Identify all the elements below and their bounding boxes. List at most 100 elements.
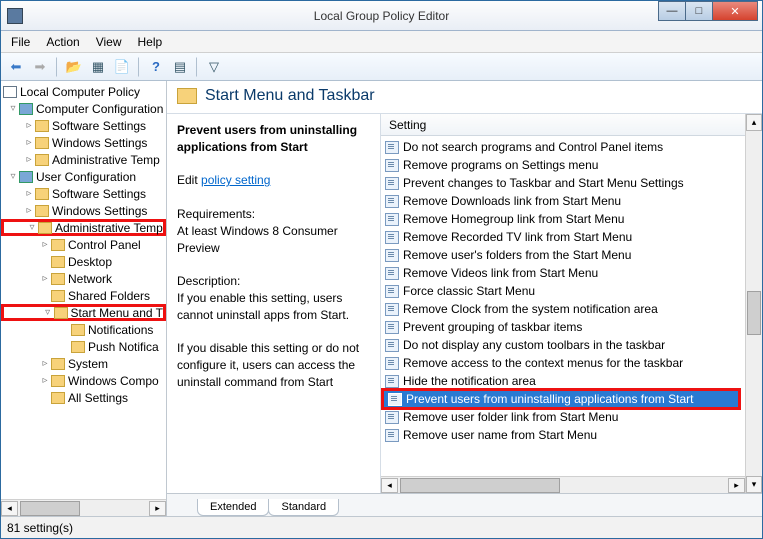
scroll-up-button[interactable]: ▴ bbox=[746, 114, 762, 131]
list-item[interactable]: Prevent changes to Taskbar and Start Men… bbox=[381, 174, 745, 192]
tree-pane: Local Computer Policy ▿Computer Configur… bbox=[1, 81, 167, 516]
list-item[interactable]: Remove user name from Start Menu bbox=[381, 426, 745, 444]
edit-policy-link[interactable]: policy setting bbox=[201, 173, 270, 187]
tree-item[interactable]: Software Settings bbox=[52, 119, 146, 133]
tree-item[interactable]: Windows Settings bbox=[52, 204, 147, 218]
tree-user-config[interactable]: User Configuration bbox=[36, 170, 136, 184]
scrollbar-thumb[interactable] bbox=[747, 291, 761, 335]
tree-item[interactable]: Windows Settings bbox=[52, 136, 147, 150]
scrollbar-thumb[interactable] bbox=[20, 501, 80, 516]
list-item[interactable]: Remove Homegroup link from Start Menu bbox=[381, 210, 745, 228]
setting-icon bbox=[385, 231, 399, 244]
up-button[interactable]: 📂 bbox=[63, 56, 85, 78]
requirements-heading: Requirements: bbox=[177, 207, 255, 221]
tree-item[interactable]: Control Panel bbox=[68, 238, 141, 252]
menu-view[interactable]: View bbox=[96, 35, 122, 49]
tree-item[interactable]: Administrative Temp bbox=[52, 153, 160, 167]
column-header-setting[interactable]: Setting bbox=[381, 114, 745, 136]
setting-icon bbox=[385, 411, 399, 424]
list-item[interactable]: Remove programs on Settings menu bbox=[381, 156, 745, 174]
tab-standard[interactable]: Standard bbox=[268, 499, 339, 516]
highlight-start-menu: ▿Start Menu and T bbox=[1, 304, 166, 321]
selected-policy-title: Prevent users from uninstalling applicat… bbox=[177, 123, 357, 154]
list-item[interactable]: Remove Recorded TV link from Start Menu bbox=[381, 228, 745, 246]
list-item[interactable]: Remove user folder link from Start Menu bbox=[381, 408, 745, 426]
maximize-button[interactable]: □ bbox=[685, 1, 713, 21]
setting-icon bbox=[385, 321, 399, 334]
list-item[interactable]: Remove Downloads link from Start Menu bbox=[381, 192, 745, 210]
setting-icon bbox=[385, 285, 399, 298]
properties-button[interactable]: ▤ bbox=[169, 56, 191, 78]
list-item-label: Do not search programs and Control Panel… bbox=[403, 140, 663, 154]
setting-icon bbox=[385, 195, 399, 208]
settings-list-pane: Setting Do not search programs and Contr… bbox=[381, 114, 745, 493]
minimize-button[interactable]: — bbox=[658, 1, 686, 21]
scroll-right-button[interactable]: ▸ bbox=[149, 501, 166, 516]
tree-item[interactable]: Software Settings bbox=[52, 187, 146, 201]
tree-item[interactable]: Desktop bbox=[68, 255, 112, 269]
tree-item[interactable]: Windows Compo bbox=[68, 374, 159, 388]
forward-button[interactable]: ➡ bbox=[29, 56, 51, 78]
tree-hscroll[interactable]: ◂ ▸ bbox=[1, 499, 166, 516]
policy-tree[interactable]: Local Computer Policy ▿Computer Configur… bbox=[1, 81, 166, 499]
root-icon bbox=[3, 86, 17, 98]
list-item-label: Remove Homegroup link from Start Menu bbox=[403, 212, 624, 226]
setting-icon bbox=[385, 303, 399, 316]
content-header: Start Menu and Taskbar bbox=[167, 81, 762, 114]
tree-start-menu[interactable]: Start Menu and T bbox=[71, 306, 164, 320]
close-button[interactable]: ✕ bbox=[712, 1, 758, 21]
list-item[interactable]: Prevent users from uninstalling applicat… bbox=[381, 388, 741, 410]
list-hscroll[interactable]: ◂ ▸ bbox=[381, 476, 745, 493]
list-vscroll[interactable]: ▴ ▾ bbox=[745, 114, 762, 493]
list-item[interactable]: Remove Clock from the system notificatio… bbox=[381, 300, 745, 318]
separator bbox=[138, 57, 140, 77]
page-title: Start Menu and Taskbar bbox=[205, 87, 375, 105]
window-title: Local Group Policy Editor bbox=[314, 9, 449, 23]
window-buttons: — □ ✕ bbox=[659, 1, 758, 21]
menu-file[interactable]: File bbox=[11, 35, 30, 49]
tab-extended[interactable]: Extended bbox=[197, 499, 269, 516]
show-tree-button[interactable]: ▦ bbox=[87, 56, 109, 78]
export-button[interactable]: 📄 bbox=[111, 56, 133, 78]
list-item[interactable]: Remove access to the context menus for t… bbox=[381, 354, 745, 372]
tree-item[interactable]: Push Notifica bbox=[88, 340, 159, 354]
list-item[interactable]: Prevent grouping of taskbar items bbox=[381, 318, 745, 336]
setting-icon bbox=[385, 213, 399, 226]
list-item[interactable]: Do not display any custom toolbars in th… bbox=[381, 336, 745, 354]
scrollbar-thumb[interactable] bbox=[400, 478, 560, 493]
scroll-right-button[interactable]: ▸ bbox=[728, 478, 745, 493]
settings-list[interactable]: Do not search programs and Control Panel… bbox=[381, 136, 745, 476]
filter-icon[interactable]: ▽ bbox=[203, 56, 225, 78]
folder-icon bbox=[51, 358, 65, 370]
tree-computer-config[interactable]: Computer Configuration bbox=[36, 102, 163, 116]
details-pane: Start Menu and Taskbar Prevent users fro… bbox=[167, 81, 762, 516]
description-text-1: If you enable this setting, users cannot… bbox=[177, 291, 349, 322]
help-icon[interactable]: ? bbox=[145, 56, 167, 78]
list-item[interactable]: Do not search programs and Control Panel… bbox=[381, 138, 745, 156]
tree-item[interactable]: Network bbox=[68, 272, 112, 286]
folder-icon bbox=[71, 341, 85, 353]
back-button[interactable]: ⬅ bbox=[5, 56, 27, 78]
list-item-label: Remove programs on Settings menu bbox=[403, 158, 598, 172]
list-item[interactable]: Remove user's folders from the Start Men… bbox=[381, 246, 745, 264]
scroll-left-button[interactable]: ◂ bbox=[381, 478, 398, 493]
list-item-label: Remove Clock from the system notificatio… bbox=[403, 302, 658, 316]
tree-root[interactable]: Local Computer Policy bbox=[20, 85, 140, 99]
folder-icon bbox=[35, 154, 49, 166]
menu-help[interactable]: Help bbox=[138, 35, 163, 49]
scroll-left-button[interactable]: ◂ bbox=[1, 501, 18, 516]
list-item[interactable]: Force classic Start Menu bbox=[381, 282, 745, 300]
list-item-label: Prevent users from uninstalling applicat… bbox=[406, 392, 693, 406]
tree-item[interactable]: Notifications bbox=[88, 323, 153, 337]
scroll-down-button[interactable]: ▾ bbox=[746, 476, 762, 493]
setting-icon bbox=[385, 177, 399, 190]
menu-action[interactable]: Action bbox=[46, 35, 79, 49]
tree-item[interactable]: System bbox=[68, 357, 108, 371]
tree-item[interactable]: Shared Folders bbox=[68, 289, 150, 303]
list-item[interactable]: Remove Videos link from Start Menu bbox=[381, 264, 745, 282]
scrollbar-track[interactable] bbox=[746, 131, 762, 476]
tree-admin-templates[interactable]: Administrative Temp bbox=[55, 221, 163, 235]
view-tabs: Extended Standard bbox=[167, 494, 762, 516]
folder-icon bbox=[35, 205, 49, 217]
tree-item[interactable]: All Settings bbox=[68, 391, 128, 405]
